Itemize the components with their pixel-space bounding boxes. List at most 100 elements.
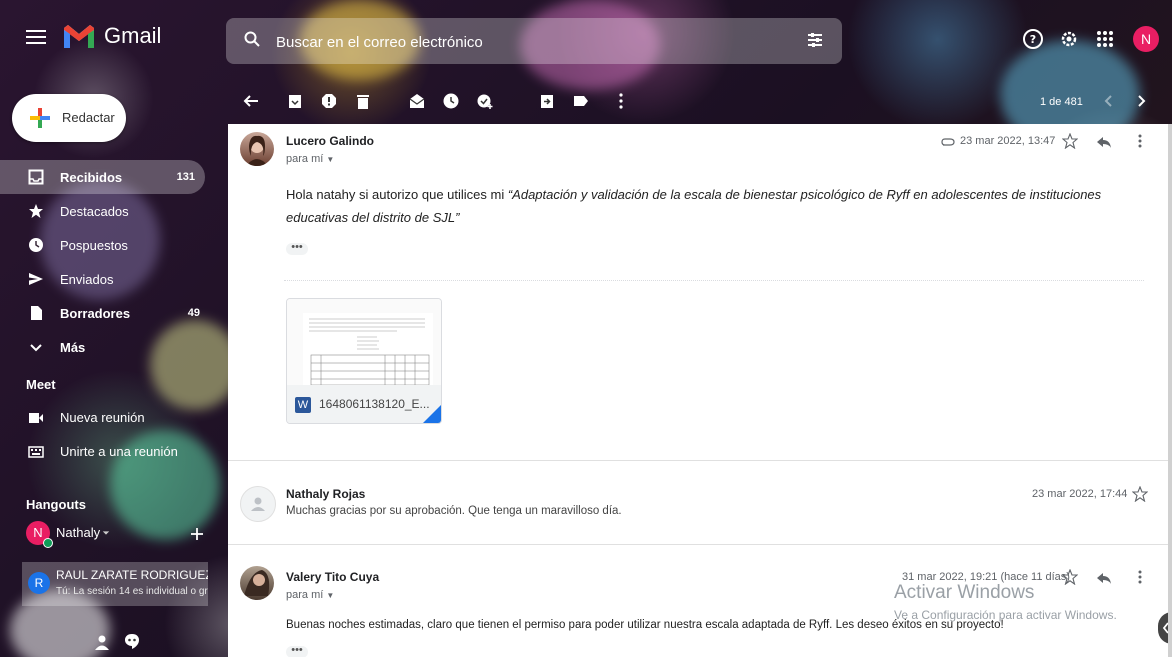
sender-avatar[interactable] [240, 132, 274, 166]
unread-count: 131 [176, 171, 195, 183]
clock-icon [29, 238, 43, 252]
draft-icon [31, 306, 42, 320]
message-separator [228, 544, 1168, 545]
sidebar-item-more[interactable]: Más [0, 330, 210, 364]
reply-arrow-icon[interactable] [1096, 570, 1112, 586]
message-separator [228, 460, 1168, 461]
hangouts-chat-icon[interactable] [124, 632, 140, 650]
chat-avatar: R [28, 572, 50, 594]
sender-name[interactable]: Nathaly Rojas [286, 487, 365, 501]
search-input[interactable] [274, 28, 758, 56]
sender-avatar[interactable] [240, 486, 276, 522]
attachment-corner-fold-icon [423, 405, 441, 423]
search-bar[interactable] [226, 18, 842, 64]
main-menu-button[interactable] [26, 30, 46, 46]
attachment-footer: W 1648061138120_E... [287, 385, 441, 423]
new-meeting-button[interactable]: Nueva reunión [0, 403, 210, 433]
scrollbar[interactable] [1168, 124, 1172, 657]
chevron-down-icon: ▼ [326, 155, 335, 164]
archive-icon[interactable] [286, 92, 304, 110]
report-spam-icon[interactable] [320, 92, 338, 110]
apps-grid-icon[interactable] [1094, 28, 1116, 50]
mark-unread-icon[interactable] [408, 92, 426, 110]
contacts-icon[interactable] [94, 634, 110, 650]
sidebar-item-inbox[interactable]: Recibidos 131 [0, 160, 205, 194]
sidebar-item-sent[interactable]: Enviados [0, 262, 210, 296]
chevron-down-icon [30, 344, 42, 352]
add-contact-icon[interactable] [190, 527, 204, 541]
join-meeting-label: Unirte a una reunión [60, 444, 178, 459]
sidebar-nav: Recibidos 131 Destacados Pospuestos Envi… [0, 160, 210, 364]
send-icon [29, 273, 43, 285]
meet-section-title: Meet [26, 377, 56, 392]
message-body-text: Hola natahy si autorizo que utilices mi [286, 187, 508, 202]
star-icon[interactable] [1062, 569, 1078, 585]
message-date: 23 mar 2022, 17:44 [1032, 488, 1128, 500]
search-options-icon[interactable] [806, 31, 824, 49]
search-icon[interactable] [244, 31, 260, 47]
hangouts-user-name: Nathaly [56, 525, 101, 540]
chat-contact-name: RAUL ZARATE RODRIGUEZ [56, 568, 208, 582]
settings-gear-icon[interactable] [1058, 28, 1080, 50]
sidebar-item-snoozed[interactable]: Pospuestos [0, 228, 210, 262]
back-arrow-icon[interactable] [242, 92, 260, 110]
compose-button[interactable]: Redactar [12, 94, 126, 142]
hangouts-section-title: Hangouts [26, 497, 86, 512]
attachment-preview [287, 299, 441, 386]
message-date: 23 mar 2022, 13:47 [960, 135, 1056, 147]
more-vertical-icon[interactable] [1132, 569, 1148, 585]
attachment-card[interactable]: W 1648061138120_E... [286, 298, 442, 424]
attachment-clip-icon [941, 138, 955, 146]
account-avatar[interactable]: N [1133, 26, 1159, 52]
sidebar-item-label: Destacados [60, 203, 129, 219]
hangouts-user[interactable]: N Nathaly [26, 521, 206, 548]
default-person-icon [251, 497, 265, 511]
app-name: Gmail [104, 23, 162, 48]
recipient-label: para mí [286, 589, 324, 601]
label-tag-icon[interactable] [572, 92, 590, 110]
star-icon[interactable] [1062, 133, 1078, 149]
online-status-dot [43, 538, 53, 548]
more-vertical-icon[interactable] [612, 92, 630, 110]
message-body: Hola natahy si autorizo que utilices mi … [286, 183, 1146, 229]
star-icon[interactable] [1132, 486, 1148, 502]
help-icon[interactable]: ? [1022, 28, 1044, 50]
next-chevron-icon[interactable] [1132, 92, 1150, 110]
inbox-icon [28, 169, 44, 185]
hangouts-chat-item[interactable]: R RAUL ZARATE RODRIGUEZ Tú: La sesión 14… [22, 562, 208, 606]
top-bar: Gmail ? N [0, 0, 1172, 82]
drafts-count: 49 [187, 307, 200, 319]
windows-activation-subtitle: Ve a Configuración para activar Windows. [894, 608, 1117, 622]
delete-trash-icon[interactable] [354, 92, 372, 110]
sender-name[interactable]: Valery Tito Cuya [286, 570, 379, 584]
chevron-down-icon[interactable] [102, 529, 110, 537]
email-thread-panel: Lucero Galindo para mí ▼ 23 mar 2022, 13… [228, 124, 1168, 657]
keyboard-icon [28, 446, 44, 458]
show-trimmed-content-button[interactable]: ••• [286, 242, 308, 255]
reply-arrow-icon[interactable] [1096, 134, 1112, 150]
sidebar-item-label: Borradores [60, 305, 131, 321]
show-trimmed-content-button[interactable]: ••• [286, 645, 308, 657]
join-meeting-button[interactable]: Unirte a una reunión [0, 437, 210, 467]
more-vertical-icon[interactable] [1132, 133, 1148, 149]
snooze-clock-icon[interactable] [442, 92, 460, 110]
attachment-divider [284, 280, 1144, 282]
recipient-details[interactable]: para mí ▼ [286, 589, 334, 601]
person-photo-icon [246, 135, 268, 166]
add-task-icon[interactable] [476, 92, 494, 110]
person-photo-icon [244, 570, 270, 596]
gmail-logo-icon [64, 25, 94, 48]
sidebar-item-drafts[interactable]: Borradores 49 [0, 296, 210, 330]
word-document-icon: W [295, 397, 311, 413]
sidebar-item-label: Recibidos [60, 169, 123, 185]
sidebar-item-starred[interactable]: Destacados [0, 194, 210, 228]
sender-avatar[interactable] [240, 566, 274, 600]
sender-name[interactable]: Lucero Galindo [286, 134, 374, 148]
move-to-icon[interactable] [538, 92, 556, 110]
message-snippet[interactable]: Muchas gracias por su aprobación. Que te… [286, 502, 622, 520]
previous-chevron-icon[interactable] [1100, 92, 1118, 110]
star-icon [29, 204, 43, 218]
document-preview-icon [303, 313, 433, 386]
chevron-down-icon: ▼ [326, 591, 335, 600]
recipient-details[interactable]: para mí ▼ [286, 153, 334, 165]
